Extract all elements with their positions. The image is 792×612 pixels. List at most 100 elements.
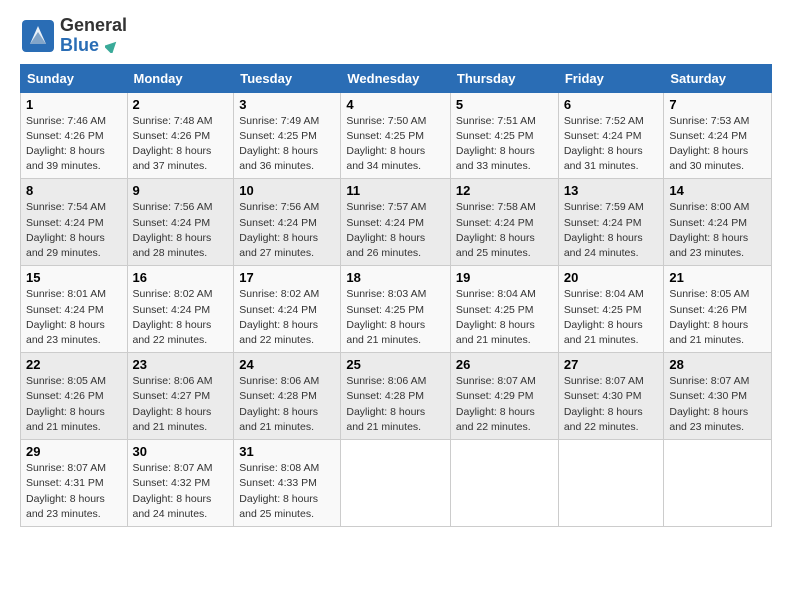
week-row-5: 29 Sunrise: 8:07 AMSunset: 4:31 PMDayligh… bbox=[21, 440, 772, 527]
day-number: 4 bbox=[346, 97, 445, 112]
week-row-1: 1 Sunrise: 7:46 AMSunset: 4:26 PMDaylight… bbox=[21, 92, 772, 179]
day-cell: 8 Sunrise: 7:54 AMSunset: 4:24 PMDaylight… bbox=[21, 179, 128, 266]
day-number: 6 bbox=[564, 97, 659, 112]
day-detail: Sunrise: 7:53 AMSunset: 4:24 PMDaylight:… bbox=[669, 114, 766, 175]
logo-general: General bbox=[60, 15, 127, 35]
day-detail: Sunrise: 7:59 AMSunset: 4:24 PMDaylight:… bbox=[564, 200, 659, 261]
day-cell: 7 Sunrise: 7:53 AMSunset: 4:24 PMDaylight… bbox=[664, 92, 772, 179]
day-number: 25 bbox=[346, 357, 445, 372]
day-number: 7 bbox=[669, 97, 766, 112]
calendar-header-row: SundayMondayTuesdayWednesdayThursdayFrid… bbox=[21, 64, 772, 92]
day-cell: 14 Sunrise: 8:00 AMSunset: 4:24 PMDayligh… bbox=[664, 179, 772, 266]
day-cell: 22Sunrise: 8:05 AMSunset: 4:26 PMDayligh… bbox=[21, 353, 128, 440]
day-number: 2 bbox=[133, 97, 229, 112]
day-detail: Sunrise: 8:04 AMSunset: 4:25 PMDaylight:… bbox=[456, 287, 553, 348]
day-detail: Sunrise: 8:08 AMSunset: 4:33 PMDaylight:… bbox=[239, 461, 335, 522]
day-detail: Sunrise: 7:54 AMSunset: 4:24 PMDaylight:… bbox=[26, 200, 122, 261]
day-cell: 30 Sunrise: 8:07 AMSunset: 4:32 PMDayligh… bbox=[127, 440, 234, 527]
day-cell: 24 Sunrise: 8:06 AMSunset: 4:28 PMDayligh… bbox=[234, 353, 341, 440]
day-detail: Sunrise: 7:57 AMSunset: 4:24 PMDaylight:… bbox=[346, 200, 445, 261]
day-number: 16 bbox=[133, 270, 229, 285]
day-detail: Sunrise: 8:07 AMSunset: 4:32 PMDaylight:… bbox=[133, 461, 229, 522]
day-detail: Sunrise: 8:07 AMSunset: 4:29 PMDaylight:… bbox=[456, 374, 553, 435]
logo-icon bbox=[20, 18, 56, 54]
week-row-2: 8 Sunrise: 7:54 AMSunset: 4:24 PMDaylight… bbox=[21, 179, 772, 266]
day-detail: Sunrise: 7:51 AMSunset: 4:25 PMDaylight:… bbox=[456, 114, 553, 175]
day-detail: Sunrise: 8:05 AMSunset: 4:26 PMDaylight:… bbox=[26, 374, 122, 435]
day-cell bbox=[450, 440, 558, 527]
col-header-sunday: Sunday bbox=[21, 64, 128, 92]
day-cell: 10Sunrise: 7:56 AMSunset: 4:24 PMDayligh… bbox=[234, 179, 341, 266]
day-number: 31 bbox=[239, 444, 335, 459]
day-number: 20 bbox=[564, 270, 659, 285]
day-cell: 12 Sunrise: 7:58 AMSunset: 4:24 PMDayligh… bbox=[450, 179, 558, 266]
day-detail: Sunrise: 8:02 AMSunset: 4:24 PMDaylight:… bbox=[133, 287, 229, 348]
day-number: 28 bbox=[669, 357, 766, 372]
day-cell: 21 Sunrise: 8:05 AMSunset: 4:26 PMDayligh… bbox=[664, 266, 772, 353]
day-detail: Sunrise: 7:50 AMSunset: 4:25 PMDaylight:… bbox=[346, 114, 445, 175]
day-cell: 19 Sunrise: 8:04 AMSunset: 4:25 PMDayligh… bbox=[450, 266, 558, 353]
day-cell: 1 Sunrise: 7:46 AMSunset: 4:26 PMDaylight… bbox=[21, 92, 128, 179]
day-number: 14 bbox=[669, 183, 766, 198]
day-detail: Sunrise: 7:46 AMSunset: 4:26 PMDaylight:… bbox=[26, 114, 122, 175]
day-number: 1 bbox=[26, 97, 122, 112]
day-cell: 20 Sunrise: 8:04 AMSunset: 4:25 PMDayligh… bbox=[558, 266, 664, 353]
day-number: 27 bbox=[564, 357, 659, 372]
day-detail: Sunrise: 8:07 AMSunset: 4:31 PMDaylight:… bbox=[26, 461, 122, 522]
day-detail: Sunrise: 7:49 AMSunset: 4:25 PMDaylight:… bbox=[239, 114, 335, 175]
day-detail: Sunrise: 8:00 AMSunset: 4:24 PMDaylight:… bbox=[669, 200, 766, 261]
day-detail: Sunrise: 8:06 AMSunset: 4:28 PMDaylight:… bbox=[239, 374, 335, 435]
day-detail: Sunrise: 8:03 AMSunset: 4:25 PMDaylight:… bbox=[346, 287, 445, 348]
day-number: 12 bbox=[456, 183, 553, 198]
day-number: 17 bbox=[239, 270, 335, 285]
day-cell: 2 Sunrise: 7:48 AMSunset: 4:26 PMDaylight… bbox=[127, 92, 234, 179]
day-number: 5 bbox=[456, 97, 553, 112]
day-number: 24 bbox=[239, 357, 335, 372]
day-cell: 15 Sunrise: 8:01 AMSunset: 4:24 PMDayligh… bbox=[21, 266, 128, 353]
day-number: 18 bbox=[346, 270, 445, 285]
day-detail: Sunrise: 7:52 AMSunset: 4:24 PMDaylight:… bbox=[564, 114, 659, 175]
col-header-thursday: Thursday bbox=[450, 64, 558, 92]
day-number: 15 bbox=[26, 270, 122, 285]
day-detail: Sunrise: 8:07 AMSunset: 4:30 PMDaylight:… bbox=[564, 374, 659, 435]
day-detail: Sunrise: 7:56 AMSunset: 4:24 PMDaylight:… bbox=[239, 200, 335, 261]
day-detail: Sunrise: 8:02 AMSunset: 4:24 PMDaylight:… bbox=[239, 287, 335, 348]
day-detail: Sunrise: 7:58 AMSunset: 4:24 PMDaylight:… bbox=[456, 200, 553, 261]
day-detail: Sunrise: 7:56 AMSunset: 4:24 PMDaylight:… bbox=[133, 200, 229, 261]
header: General Blue bbox=[20, 16, 772, 56]
day-cell: 29 Sunrise: 8:07 AMSunset: 4:31 PMDayligh… bbox=[21, 440, 128, 527]
day-cell: 17 Sunrise: 8:02 AMSunset: 4:24 PMDayligh… bbox=[234, 266, 341, 353]
col-header-friday: Friday bbox=[558, 64, 664, 92]
day-detail: Sunrise: 8:04 AMSunset: 4:25 PMDaylight:… bbox=[564, 287, 659, 348]
day-cell: 18 Sunrise: 8:03 AMSunset: 4:25 PMDayligh… bbox=[341, 266, 451, 353]
col-header-monday: Monday bbox=[127, 64, 234, 92]
day-detail: Sunrise: 7:48 AMSunset: 4:26 PMDaylight:… bbox=[133, 114, 229, 175]
day-number: 19 bbox=[456, 270, 553, 285]
day-cell: 11 Sunrise: 7:57 AMSunset: 4:24 PMDayligh… bbox=[341, 179, 451, 266]
day-cell: 16 Sunrise: 8:02 AMSunset: 4:24 PMDayligh… bbox=[127, 266, 234, 353]
logo-blue: Blue bbox=[60, 35, 99, 55]
week-row-4: 22Sunrise: 8:05 AMSunset: 4:26 PMDayligh… bbox=[21, 353, 772, 440]
day-detail: Sunrise: 8:05 AMSunset: 4:26 PMDaylight:… bbox=[669, 287, 766, 348]
day-number: 21 bbox=[669, 270, 766, 285]
day-number: 30 bbox=[133, 444, 229, 459]
day-cell: 31 Sunrise: 8:08 AMSunset: 4:33 PMDayligh… bbox=[234, 440, 341, 527]
day-cell: 4 Sunrise: 7:50 AMSunset: 4:25 PMDaylight… bbox=[341, 92, 451, 179]
day-number: 13 bbox=[564, 183, 659, 198]
col-header-tuesday: Tuesday bbox=[234, 64, 341, 92]
day-cell: 27 Sunrise: 8:07 AMSunset: 4:30 PMDayligh… bbox=[558, 353, 664, 440]
day-number: 8 bbox=[26, 183, 122, 198]
day-number: 3 bbox=[239, 97, 335, 112]
day-number: 29 bbox=[26, 444, 122, 459]
day-cell: 25Sunrise: 8:06 AMSunset: 4:28 PMDayligh… bbox=[341, 353, 451, 440]
day-cell bbox=[558, 440, 664, 527]
day-cell: 28 Sunrise: 8:07 AMSunset: 4:30 PMDayligh… bbox=[664, 353, 772, 440]
logo: General Blue bbox=[20, 16, 127, 56]
col-header-saturday: Saturday bbox=[664, 64, 772, 92]
day-cell bbox=[664, 440, 772, 527]
day-detail: Sunrise: 8:01 AMSunset: 4:24 PMDaylight:… bbox=[26, 287, 122, 348]
col-header-wednesday: Wednesday bbox=[341, 64, 451, 92]
day-detail: Sunrise: 8:07 AMSunset: 4:30 PMDaylight:… bbox=[669, 374, 766, 435]
day-number: 11 bbox=[346, 183, 445, 198]
day-cell bbox=[341, 440, 451, 527]
